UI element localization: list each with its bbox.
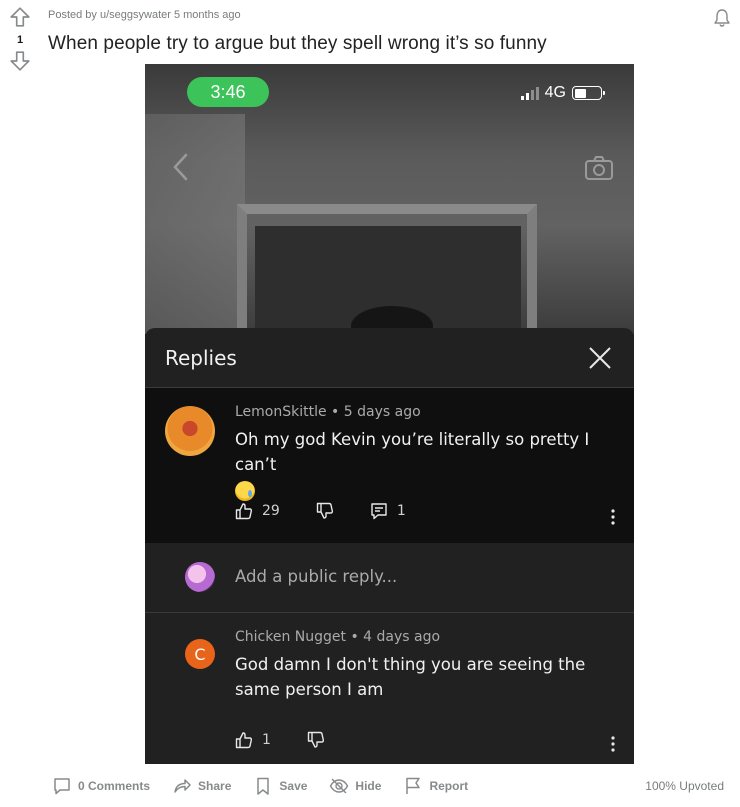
signal-icon (520, 86, 539, 100)
upvote-ratio: 100% Upvoted (645, 779, 724, 793)
replies-header: Replies (145, 328, 634, 388)
share-label: Share (198, 779, 232, 793)
replies-sheet: Replies LemonSkittle • 5 days ago Oh my … (145, 328, 634, 764)
comment-text: God damn I don't thing you are seeing th… (235, 655, 586, 699)
avatar (185, 562, 215, 592)
dislike-action (307, 731, 325, 749)
close-icon (589, 346, 611, 369)
post-media[interactable]: 3:46 4G Replies LemonSkittle • 5 days ag… (145, 64, 634, 764)
reply-count: 1 (396, 503, 406, 519)
comment-author: LemonSkittle • 5 days ago (235, 404, 421, 420)
comments-button[interactable]: 0 Comments (52, 776, 150, 796)
flag-icon (406, 777, 421, 794)
hide-label: Hide (355, 779, 382, 793)
replies-action: 1 (370, 502, 406, 520)
add-reply-row: Add a public reply... (145, 543, 634, 613)
comment-text: Oh my god Kevin you’re literally so pret… (235, 427, 614, 502)
network-label: 4G (544, 84, 566, 101)
camera-icon (585, 156, 613, 180)
status-indicators: 4G (520, 84, 605, 102)
thumbs-down-icon (316, 502, 333, 519)
status-time: 3:46 (187, 77, 269, 107)
comment-item: LemonSkittle • 5 days ago Oh my god Kevi… (145, 388, 634, 543)
downvote-icon[interactable] (9, 50, 31, 72)
vote-count: 1 (16, 34, 24, 46)
upvote-icon[interactable] (9, 6, 31, 28)
share-icon (174, 779, 191, 793)
hide-button[interactable]: Hide (329, 776, 381, 796)
report-label: Report (429, 779, 469, 793)
thumbs-up-icon (235, 503, 253, 520)
post-footer: 0 Comments Share Save Hide Report 100% U… (52, 776, 724, 796)
dislike-action (316, 502, 334, 520)
replies-title: Replies (165, 345, 237, 370)
vote-column: 1 (8, 6, 32, 72)
eye-slash-icon (330, 778, 349, 794)
reply-input: Add a public reply... (235, 567, 398, 586)
bell-icon[interactable] (712, 8, 732, 28)
post-meta[interactable]: Posted by u/seggsywater 5 months ago (48, 9, 241, 21)
avatar: C (185, 639, 215, 669)
like-count: 1 (262, 732, 271, 748)
share-button[interactable]: Share (172, 776, 231, 796)
more-options-icon (611, 736, 615, 752)
bookmark-icon (257, 777, 270, 795)
reply-comment-icon (371, 503, 387, 520)
comment-icon (54, 778, 70, 795)
back-chevron-icon (173, 153, 188, 181)
crying-face-emoji-icon (235, 480, 255, 501)
like-action: 1 (235, 731, 271, 749)
avatar (165, 406, 215, 456)
save-button[interactable]: Save (253, 776, 307, 796)
comment-item: C Chicken Nugget • 4 days ago God damn I… (145, 613, 634, 761)
comment-actions: 1 (235, 731, 361, 749)
thumbs-down-icon (307, 731, 324, 748)
thumbs-up-icon (235, 732, 253, 749)
like-action: 29 (235, 502, 280, 520)
battery-icon (572, 86, 605, 100)
comment-author: Chicken Nugget • 4 days ago (235, 629, 441, 645)
report-button[interactable]: Report (403, 776, 468, 796)
video-wall (145, 114, 245, 334)
comments-label: 0 Comments (78, 779, 151, 793)
like-count: 29 (262, 503, 280, 519)
comment-text-body: Oh my god Kevin you’re literally so pret… (235, 430, 590, 474)
save-label: Save (279, 779, 308, 793)
more-options-icon (611, 509, 615, 525)
post-title[interactable]: When people try to argue but they spell … (48, 33, 547, 55)
comment-actions: 29 1 (235, 502, 442, 520)
